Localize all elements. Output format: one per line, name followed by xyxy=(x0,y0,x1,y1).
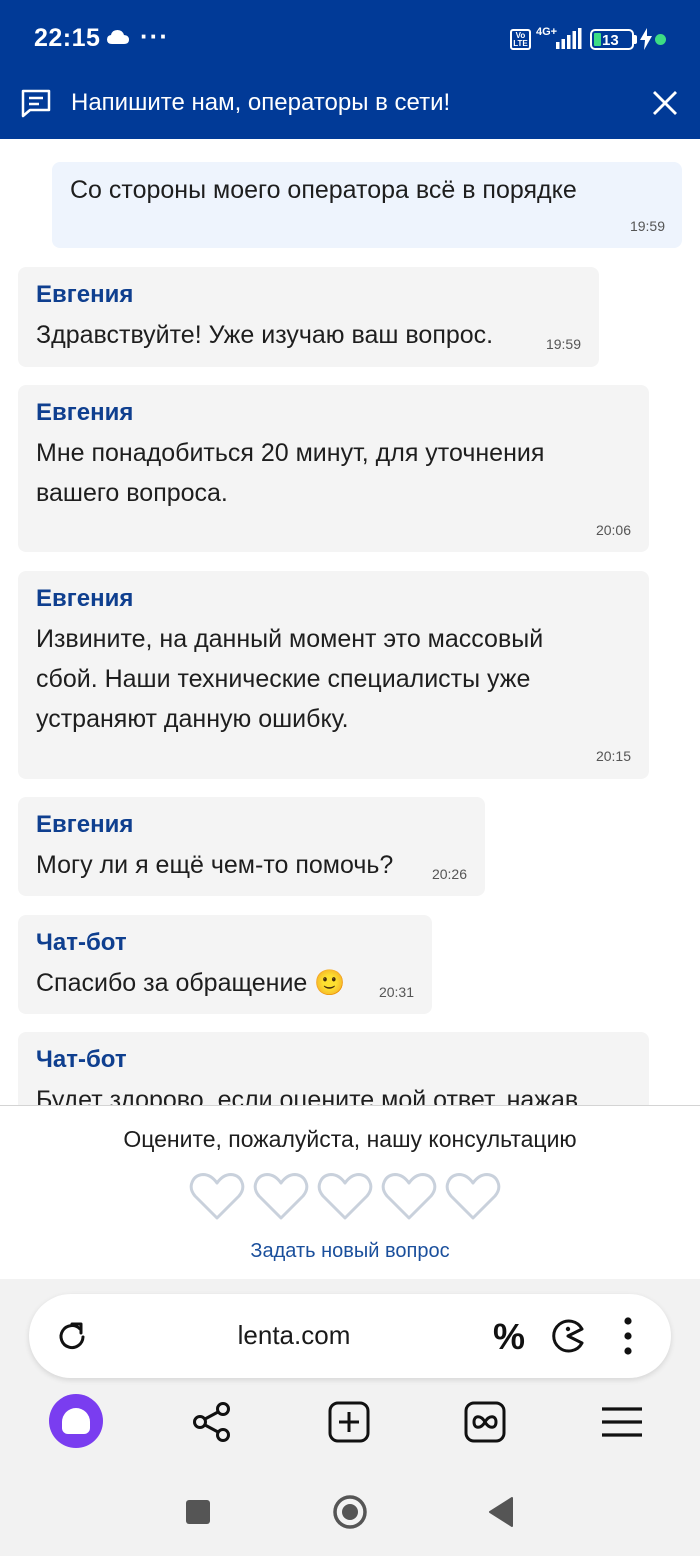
signal-icon xyxy=(556,28,582,55)
chat-icon xyxy=(20,88,52,123)
message-text-line: устраняют данную ошибку. xyxy=(36,705,349,733)
battery-icon: 13 xyxy=(590,29,634,50)
message-text: Могу ли я ещё чем-то помочь? xyxy=(36,851,394,879)
operator-message: Евгения Мне понадобиться 20 минут, для у… xyxy=(18,385,649,552)
percent-icon[interactable]: % xyxy=(493,1316,525,1358)
message-text: Здравствуйте! Уже изучаю ваш вопрос. xyxy=(36,321,494,349)
rating-panel: Оцените, пожалуйста, нашу консультацию З… xyxy=(0,1105,700,1279)
header-title: Напишите нам, операторы в сети! xyxy=(71,89,451,116)
back-icon[interactable] xyxy=(488,1496,514,1533)
user-message: Со стороны моего оператора всё в порядке… xyxy=(52,162,682,248)
green-dot-icon xyxy=(655,34,666,45)
browser-chrome: lenta.com % xyxy=(0,1279,700,1556)
url-text[interactable]: lenta.com xyxy=(29,1320,559,1351)
message-time: 20:26 xyxy=(431,866,467,882)
address-bar[interactable]: lenta.com % xyxy=(29,1294,671,1378)
heart-icon[interactable] xyxy=(189,1172,245,1222)
charging-icon xyxy=(640,28,652,55)
top-bar: 22:15 ··· Vo LTE 4G+ 13 Напишите нам, оп… xyxy=(0,0,700,139)
heart-icon[interactable] xyxy=(317,1172,373,1222)
message-text-line: Извините, на данный момент это массовый xyxy=(36,625,544,653)
message-sender: Евгения xyxy=(36,811,134,838)
message-text-line: вашего вопроса. xyxy=(36,479,228,507)
tabs-icon[interactable] xyxy=(464,1401,506,1448)
pacman-icon[interactable] xyxy=(550,1318,586,1359)
heart-icon[interactable] xyxy=(253,1172,309,1222)
new-tab-icon[interactable] xyxy=(328,1401,370,1448)
message-text-line: сбой. Наши технические специалисты уже xyxy=(36,665,531,693)
home-icon[interactable] xyxy=(332,1494,368,1535)
hamburger-menu-icon[interactable] xyxy=(601,1406,643,1443)
heart-icon[interactable] xyxy=(381,1172,437,1222)
message-text: Спасибо за обращение 🙂 xyxy=(36,969,346,997)
message-time: 19:59 xyxy=(629,218,665,234)
heart-icon[interactable] xyxy=(445,1172,501,1222)
operator-message: Евгения Здравствуйте! Уже изучаю ваш воп… xyxy=(18,267,599,367)
new-question-link[interactable]: Задать новый вопрос xyxy=(0,1240,700,1263)
bot-message: Чат-бот Будет здорово, если оцените мой … xyxy=(18,1032,649,1105)
alice-icon[interactable] xyxy=(49,1394,103,1448)
message-sender: Евгения xyxy=(36,585,134,612)
rating-hearts xyxy=(189,1172,509,1228)
recents-icon[interactable] xyxy=(185,1499,211,1530)
message-time: 20:31 xyxy=(378,984,414,1000)
operator-message: Евгения Извините, на данный момент это м… xyxy=(18,571,649,779)
message-time: 20:06 xyxy=(595,522,631,538)
volte-icon: Vo LTE xyxy=(510,29,531,50)
status-bar: 22:15 ··· Vo LTE 4G+ 13 xyxy=(0,0,700,80)
kebab-menu-icon[interactable] xyxy=(623,1316,633,1361)
share-icon[interactable] xyxy=(191,1401,233,1448)
network-type: 4G+ xyxy=(536,26,558,38)
bot-message: Чат-бот Спасибо за обращение 🙂 20:31 xyxy=(18,915,432,1014)
status-time: 22:15 xyxy=(34,24,101,52)
close-icon[interactable] xyxy=(652,90,678,121)
browser-toolbar xyxy=(0,1394,700,1464)
more-dots-icon: ··· xyxy=(140,21,169,51)
message-text: Со стороны моего оператора всё в порядке xyxy=(70,176,577,204)
chat-area[interactable]: Со стороны моего оператора всё в порядке… xyxy=(0,139,700,1105)
cloud-icon xyxy=(106,29,130,50)
message-time: 20:15 xyxy=(595,748,631,764)
message-sender: Чат-бот xyxy=(36,1046,127,1073)
message-sender: Евгения xyxy=(36,281,134,308)
battery-level: 13 xyxy=(602,32,619,49)
message-sender: Евгения xyxy=(36,399,134,426)
message-sender: Чат-бот xyxy=(36,929,127,956)
message-text-line: Мне понадобиться 20 минут, для уточнения xyxy=(36,439,545,467)
operator-message: Евгения Могу ли я ещё чем-то помочь? 20:… xyxy=(18,797,485,896)
message-text: Будет здорово, если оцените мой ответ, н… xyxy=(36,1086,579,1105)
message-time: 19:59 xyxy=(545,336,581,352)
rating-question: Оцените, пожалуйста, нашу консультацию xyxy=(123,1126,577,1152)
system-nav-bar xyxy=(0,1474,700,1556)
